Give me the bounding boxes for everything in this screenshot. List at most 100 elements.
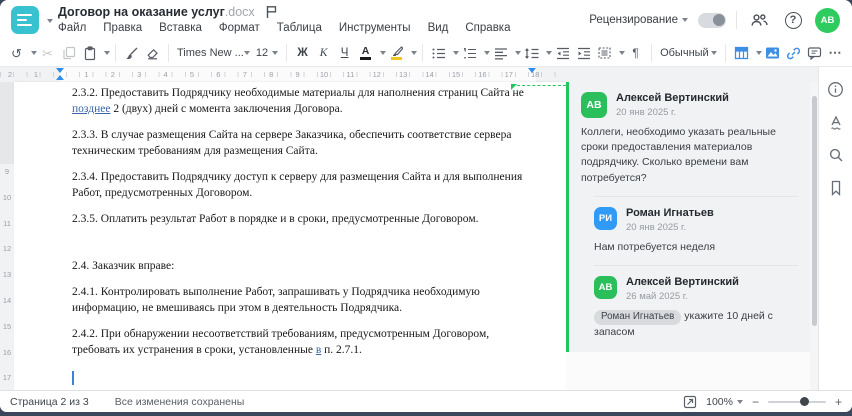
highlight-caret-icon[interactable] (411, 51, 418, 55)
ruler-number: 14 (2, 296, 12, 305)
menu-bar: Файл Правка Вставка Формат Таблица Инструмент… (58, 22, 511, 34)
document-extension: .docx (224, 5, 255, 19)
font-size-combo[interactable]: 12 (253, 42, 281, 64)
paragraph: 2.4.1. Контролировать выполнение Работ, … (72, 285, 538, 316)
paragraph-style-combo[interactable]: Обычный (657, 42, 720, 64)
underline-button[interactable]: Ч (334, 42, 355, 64)
menu-item-7[interactable]: Справка (465, 22, 510, 34)
comment-reply[interactable]: АВ Алексей Вертинский 26 май 2025 г. Роман … (594, 265, 798, 340)
status-bar: Страница 2 из 3 Все изменения сохранены … (0, 390, 852, 412)
menu-item-1[interactable]: Правка (103, 22, 142, 34)
font-name-combo[interactable]: Times New ... (174, 42, 253, 64)
spellcheck-button[interactable] (824, 110, 848, 134)
bullet-list-button[interactable] (428, 42, 449, 64)
paste-caret-icon[interactable] (104, 51, 110, 55)
format-painter-button[interactable] (121, 42, 142, 64)
main-menu-caret-icon[interactable] (47, 19, 53, 23)
question-mark-icon: ? (784, 11, 802, 29)
tracked-change: позднее (72, 102, 111, 115)
comment-author: Алексей Вертинский (616, 92, 729, 104)
comment-date: 26 май 2025 г. (626, 291, 688, 303)
vertical-ruler: 91011121314151617181920 (0, 164, 14, 412)
copy-button[interactable] (58, 42, 79, 64)
zoom-level-dropdown[interactable]: 100% (706, 396, 743, 408)
clear-style-button[interactable] (142, 42, 163, 64)
comment-meta: Алексей Вертинский 26 май 2025 г. (626, 276, 739, 302)
ruler-number: 9 (295, 70, 300, 79)
search-button[interactable] (824, 143, 848, 167)
font-color-button[interactable]: А (355, 42, 376, 64)
paragraph-borders-icon (598, 47, 611, 59)
menu-item-0[interactable]: Файл (58, 22, 86, 34)
align-button[interactable] (490, 42, 511, 64)
decrease-indent-button[interactable] (552, 42, 573, 64)
right-sidebar (818, 67, 852, 390)
search-icon (829, 148, 842, 162)
comment-author: Алексей Вертинский (626, 276, 739, 289)
comment-icon (807, 47, 822, 60)
zoom-slider[interactable] (767, 397, 826, 406)
spellcheck-icon (830, 115, 841, 130)
line-spacing-button[interactable] (521, 42, 542, 64)
main-menu-button[interactable] (11, 6, 39, 34)
help-button[interactable]: ? (781, 8, 805, 32)
first-line-indent-marker[interactable] (56, 68, 64, 73)
bookmarks-button[interactable] (824, 176, 848, 200)
undo-button[interactable]: ↺ (6, 42, 27, 64)
italic-button[interactable]: К (313, 42, 334, 64)
fit-width-icon[interactable] (683, 395, 697, 409)
comment-meta: Алексей Вертинский 20 янв 2025 г. (616, 92, 729, 118)
zoom-in-button[interactable]: + (835, 396, 842, 408)
collaboration-users-button[interactable] (747, 8, 771, 32)
numbered-list-button[interactable] (459, 42, 480, 64)
menu-item-2[interactable]: Вставка (159, 22, 202, 34)
zoom-out-button[interactable]: − (752, 396, 759, 408)
ellipsis-icon: ⋯ (828, 45, 843, 60)
italic-icon: К (319, 47, 328, 59)
document-page[interactable]: 2.3.2. Предоставить Подрядчику необходим… (14, 82, 566, 390)
comment-thread[interactable]: АВ Алексей Вертинский 20 янв 2025 г. Коллег… (566, 82, 810, 353)
track-changes-toggle[interactable] (698, 12, 726, 28)
document-title[interactable]: Договор на оказание услуг (58, 5, 225, 19)
ruler-number: 3 (137, 70, 142, 79)
menu-item-5[interactable]: Инструменты (339, 22, 411, 34)
flag-icon[interactable] (265, 5, 278, 19)
avatar: АВ (594, 276, 617, 300)
chevron-down-icon (711, 51, 717, 55)
undo-icon: ↺ (11, 45, 22, 61)
ruler-number: 12 (2, 244, 12, 254)
image-icon (766, 47, 779, 59)
cut-button[interactable]: ✂ (37, 42, 58, 64)
insert-link-button[interactable] (783, 42, 804, 64)
zoom-slider-knob[interactable] (799, 397, 809, 406)
document-title-row: Договор на оказание услуг .docx (58, 5, 278, 19)
menu-item-4[interactable]: Таблица (277, 22, 322, 34)
highlight-color-button[interactable] (386, 42, 407, 64)
comment[interactable]: АВ Алексей Вертинский 20 янв 2025 г. Коллег… (581, 92, 798, 186)
paste-button[interactable] (79, 42, 100, 64)
paragraph-settings-button[interactable] (594, 42, 615, 64)
insert-image-button[interactable] (762, 42, 783, 64)
zoom-level-value: 100% (706, 395, 733, 408)
page-indicator[interactable]: Страница 2 из 3 (10, 396, 89, 408)
bold-button[interactable]: Ж (292, 42, 313, 64)
text-run: 2.3.2. Предоставить Подрядчику необходим… (72, 87, 524, 99)
ruler-number: 12 (372, 70, 381, 79)
increase-indent-button[interactable] (573, 42, 594, 64)
brush-icon (126, 47, 138, 59)
insert-table-button[interactable] (731, 42, 752, 64)
more-tools-button[interactable]: ⋯ (825, 42, 846, 64)
review-mode-dropdown[interactable]: Рецензирование (589, 14, 688, 26)
paragraph: 2.3.4. Предоставить Подрядчику доступ к … (72, 170, 538, 201)
scrollbar-thumb[interactable] (811, 96, 817, 326)
nonprinting-chars-button[interactable]: ¶ (625, 42, 646, 64)
left-indent-marker[interactable] (56, 75, 64, 80)
comment-reply[interactable]: РИ Роман Игнатьев 20 янв 2025 г. Нам потреб… (594, 195, 798, 255)
comment-date: 20 янв 2025 г. (616, 107, 677, 118)
menu-item-3[interactable]: Формат (219, 22, 260, 34)
user-avatar[interactable]: АВ (815, 7, 840, 33)
menu-item-6[interactable]: Вид (428, 22, 449, 34)
insert-comment-button[interactable] (804, 42, 825, 64)
document-info-button[interactable] (824, 77, 848, 101)
chevron-down-icon (682, 18, 688, 22)
